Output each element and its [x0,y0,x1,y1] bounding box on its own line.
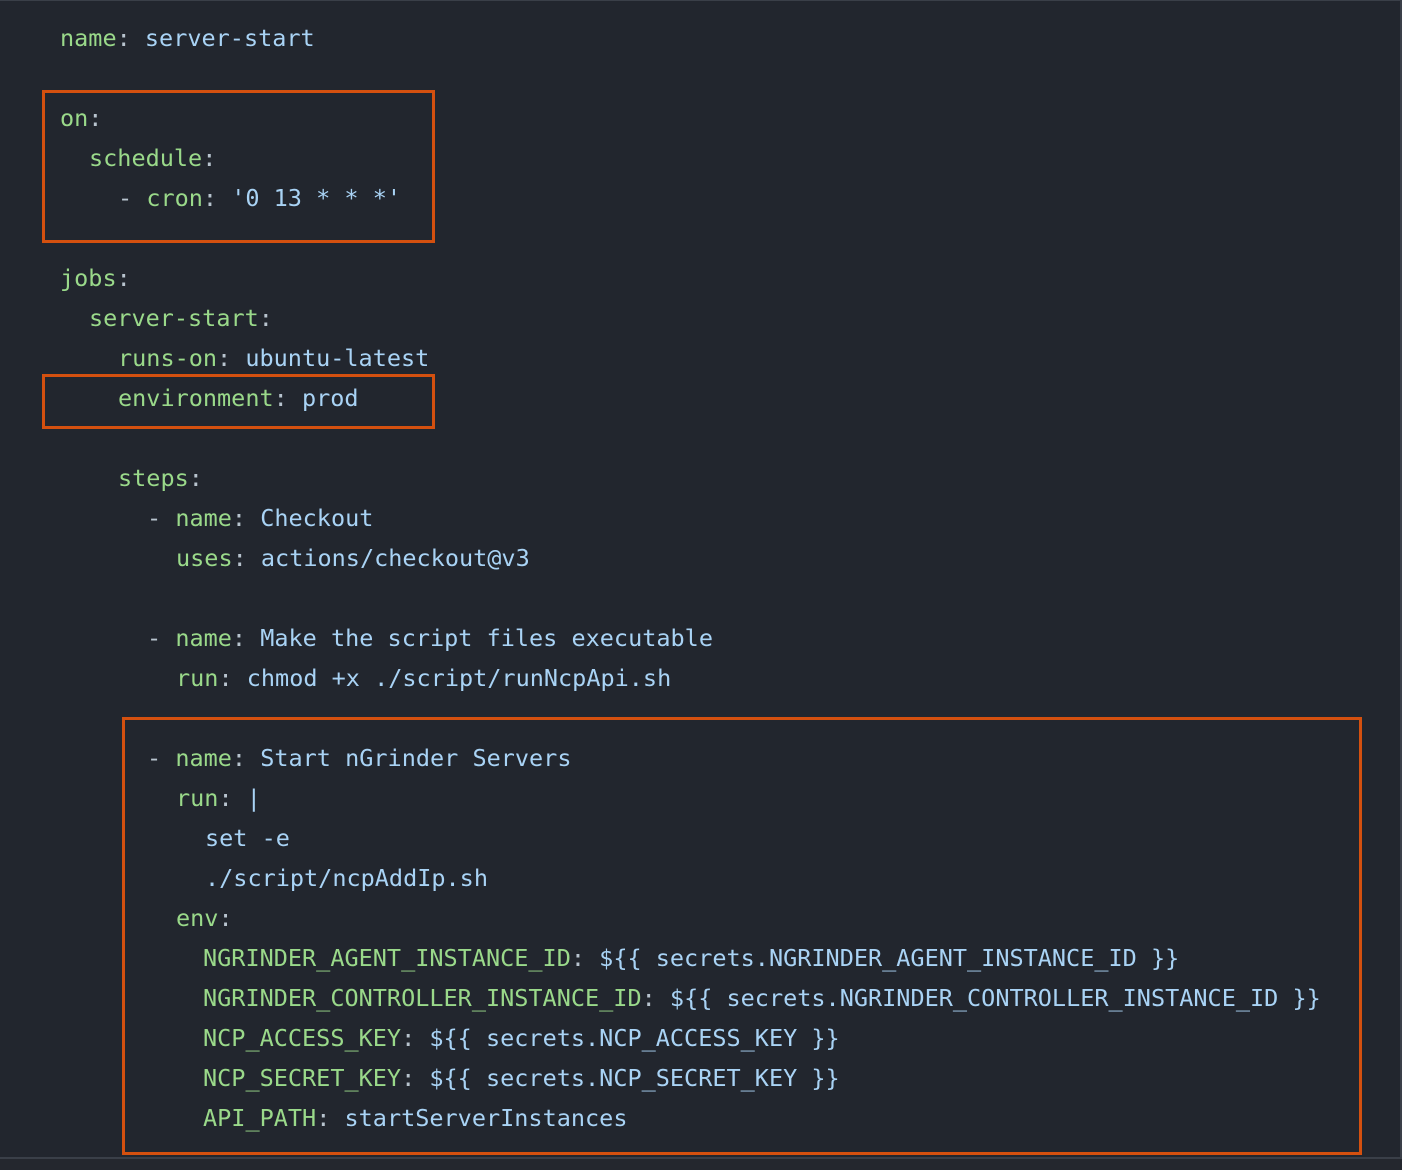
yaml-colon: : [316,1104,331,1132]
yaml-colon: : [401,1024,416,1052]
code-line: - name: Make the script files executable [0,618,713,658]
yaml-key: schedule [89,144,203,172]
code-line: steps: [0,458,203,498]
code-line: run: | [0,778,261,818]
code-line: set -e [0,818,290,858]
yaml-colon: : [217,344,232,372]
code-line: jobs: [0,258,131,298]
yaml-key: steps [118,464,189,492]
yaml-value: server-start [144,24,315,52]
yaml-colon: : [188,464,203,492]
code-line: run: chmod +x ./script/runNcpApi.sh [0,658,671,698]
yaml-key: jobs [60,264,117,292]
yaml-key: run [176,784,219,812]
code-editor: name: server-start on: schedule: - cron:… [0,0,1402,1159]
yaml-key: on [60,104,89,132]
yaml-colon: : [273,384,288,412]
yaml-value: ${{ secrets.NGRINDER_AGENT_INSTANCE_ID }… [599,944,1180,972]
yaml-dash: - [147,744,162,772]
yaml-key: name [175,504,232,532]
code-line: env: [0,898,233,938]
yaml-value: Make the script files executable [260,624,713,652]
yaml-key: NGRINDER_AGENT_INSTANCE_ID [203,944,571,972]
yaml-colon: : [202,144,217,172]
code-line: NCP_ACCESS_KEY: ${{ secrets.NCP_ACCESS_K… [0,1018,840,1058]
yaml-value: ubuntu-latest [245,344,430,372]
yaml-colon: : [231,624,247,652]
yaml-value: set -e [205,824,290,852]
yaml-colon: : [218,784,233,812]
code-line: schedule: [0,138,216,178]
yaml-key: uses [176,544,233,572]
code-line: NCP_SECRET_KEY: ${{ secrets.NCP_SECRET_K… [0,1058,840,1098]
yaml-key: run [176,664,219,692]
yaml-key: NCP_SECRET_KEY [203,1064,402,1092]
yaml-value: chmod +x ./script/runNcpApi.sh [246,664,672,692]
yaml-colon: : [570,944,586,972]
yaml-colon: : [232,544,247,572]
yaml-value: Checkout [260,504,374,532]
yaml-colon: : [88,104,103,132]
yaml-value: startServerInstances [344,1104,628,1132]
yaml-key: environment [118,384,274,412]
code-line: - name: Checkout [0,498,373,538]
yaml-colon: : [231,504,247,532]
yaml-colon: : [218,904,233,932]
yaml-key: env [176,904,219,932]
yaml-colon: : [641,984,656,1012]
yaml-colon: : [258,304,273,332]
code-line: on: [0,98,102,138]
yaml-key: NGRINDER_CONTROLLER_INSTANCE_ID [203,984,642,1012]
yaml-value: prod [301,384,359,412]
code-line: NGRINDER_CONTROLLER_INSTANCE_ID: ${{ sec… [0,978,1321,1018]
code-line: uses: actions/checkout@v3 [0,538,530,578]
code-line: environment: prod [0,378,359,418]
yaml-value: | [246,784,261,812]
yaml-key: name [60,24,117,52]
yaml-key: API_PATH [203,1104,317,1132]
code-line: name: server-start [0,18,315,58]
yaml-key: name [175,744,232,772]
code-line: ./script/ncpAddIp.sh [0,858,488,898]
code-line: API_PATH: startServerInstances [0,1098,627,1138]
yaml-value: ${{ secrets.NGRINDER_CONTROLLER_INSTANCE… [669,984,1321,1012]
code-line: server-start: [0,298,273,338]
yaml-key: runs-on [118,344,218,372]
yaml-colon: : [231,744,247,772]
yaml-value: Start nGrinder Servers [260,744,572,772]
code-line: - name: Start nGrinder Servers [0,738,571,778]
yaml-colon: : [401,1064,416,1092]
yaml-key: cron [146,184,203,212]
yaml-colon: : [202,184,218,212]
yaml-value: ${{ secrets.NCP_ACCESS_KEY }} [429,1024,840,1052]
yaml-dash: - [118,184,133,212]
code-line: NGRINDER_AGENT_INSTANCE_ID: ${{ secrets.… [0,938,1179,978]
yaml-key: NCP_ACCESS_KEY [203,1024,402,1052]
yaml-colon: : [116,264,131,292]
yaml-value: '0 13 * * *' [231,184,401,212]
yaml-key: name [175,624,232,652]
yaml-dash: - [147,504,162,532]
yaml-value: ${{ secrets.NCP_SECRET_KEY }} [429,1064,840,1092]
yaml-value: ./script/ncpAddIp.sh [205,864,488,892]
yaml-value: actions/checkout@v3 [260,544,530,572]
yaml-colon: : [116,24,131,52]
code-line: runs-on: ubuntu-latest [0,338,429,378]
yaml-dash: - [147,624,162,652]
yaml-colon: : [218,664,233,692]
code-line: - cron: '0 13 * * *' [0,178,401,218]
yaml-key: server-start [89,304,259,332]
